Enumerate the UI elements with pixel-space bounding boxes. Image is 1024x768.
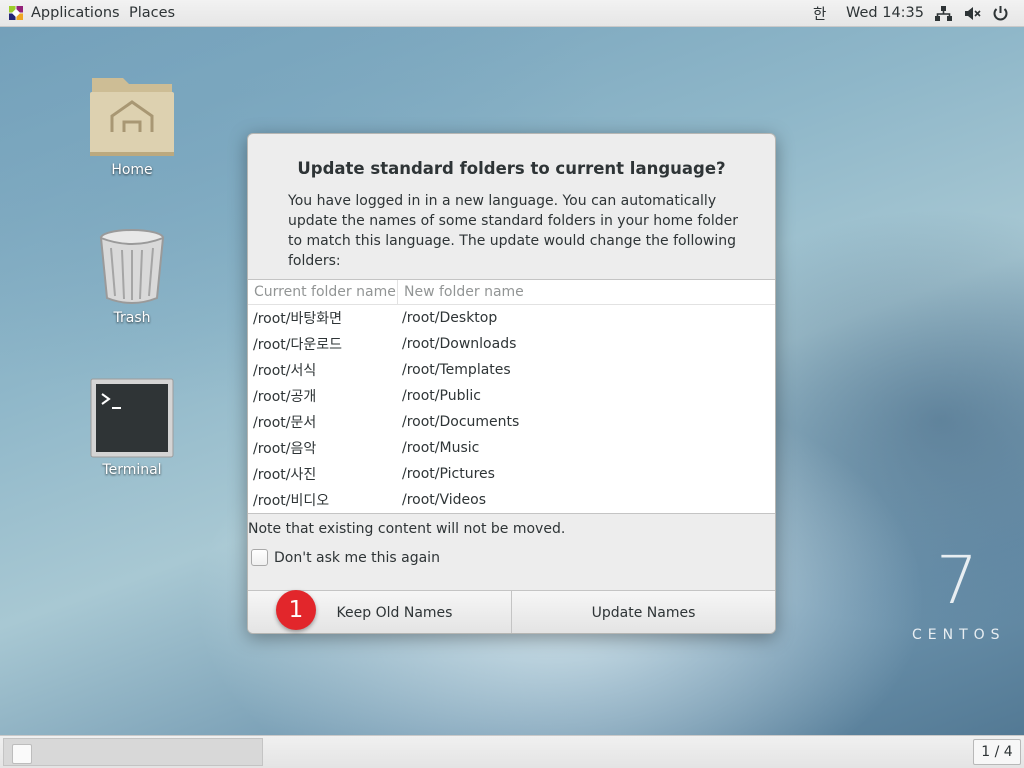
places-label: Places xyxy=(129,5,176,21)
current-folder-cell: /root/다운로드 xyxy=(253,337,343,353)
current-folder-cell: /root/비디오 xyxy=(253,493,330,509)
step-number-badge: 1 xyxy=(276,590,316,630)
volume-muted-icon[interactable] xyxy=(963,4,982,23)
centos-logo-icon xyxy=(9,6,23,20)
checkbox-box[interactable] xyxy=(251,549,268,566)
centos-version-watermark: 7 xyxy=(936,542,978,619)
network-icon[interactable] xyxy=(934,4,953,23)
show-desktop-button[interactable] xyxy=(12,744,32,764)
table-row[interactable]: /root/서식 /root/Templates xyxy=(248,357,775,383)
trash-icon xyxy=(99,229,165,304)
current-folder-cell: /root/사진 xyxy=(253,467,317,483)
dont-ask-label: Don't ask me this again xyxy=(274,549,440,566)
top-panel: Applications Places 한 Wed 14:35 xyxy=(0,0,1024,27)
applications-menu[interactable]: Applications xyxy=(8,0,120,27)
update-names-button[interactable]: Update Names xyxy=(512,591,775,633)
table-row[interactable]: /root/사진 /root/Pictures xyxy=(248,461,775,487)
centos-wordmark: CENTOS xyxy=(912,627,1006,643)
table-row[interactable]: /root/바탕화면 /root/Desktop xyxy=(248,305,775,331)
dont-ask-checkbox[interactable]: Don't ask me this again xyxy=(251,549,440,566)
workspace-indicator[interactable]: 1 / 4 xyxy=(973,739,1021,765)
new-folder-cell: /root/Videos xyxy=(402,492,487,508)
home-folder-icon xyxy=(90,78,174,156)
bottom-panel: 1 / 4 xyxy=(0,735,1024,768)
column-header-new[interactable]: New folder name xyxy=(398,280,775,304)
table-rows: /root/바탕화면 /root/Desktop /root/다운로드 /roo… xyxy=(248,305,775,513)
new-folder-cell: /root/Music xyxy=(402,440,480,456)
desktop-icon-label: Trash xyxy=(113,310,151,326)
column-header-current[interactable]: Current folder name xyxy=(248,280,398,304)
table-header: Current folder name New folder name xyxy=(248,280,775,305)
applications-label: Applications xyxy=(31,5,120,21)
input-language-label: 한 xyxy=(813,6,827,23)
current-folder-cell: /root/바탕화면 xyxy=(253,311,343,327)
desktop-icon-label: Home xyxy=(111,162,153,178)
terminal-icon xyxy=(90,378,174,458)
current-folder-cell: /root/문서 xyxy=(253,415,317,431)
dialog-title: Update standard folders to current langu… xyxy=(297,159,726,178)
input-language-indicator[interactable]: 한 xyxy=(813,0,826,27)
clock[interactable]: Wed 14:35 xyxy=(846,0,924,27)
desktop-icon-home[interactable]: Home xyxy=(77,72,187,178)
dialog-button-row: Keep Old Names Update Names xyxy=(248,590,775,633)
desktop-icon-terminal[interactable]: Terminal xyxy=(77,378,187,478)
desktop-icon-label: Terminal xyxy=(102,462,162,478)
new-folder-cell: /root/Downloads xyxy=(402,336,517,352)
dialog-note: Note that existing content will not be m… xyxy=(248,521,566,537)
window-list xyxy=(3,738,263,766)
desktop-icon-trash[interactable]: Trash xyxy=(77,228,187,326)
new-folder-cell: /root/Desktop xyxy=(402,310,498,326)
clock-label: Wed 14:35 xyxy=(846,5,925,21)
table-row[interactable]: /root/공개 /root/Public xyxy=(248,383,775,409)
new-folder-cell: /root/Documents xyxy=(402,414,520,430)
table-row[interactable]: /root/음악 /root/Music xyxy=(248,435,775,461)
update-names-label: Update Names xyxy=(591,605,696,621)
dialog-description: You have logged in in a new language. Yo… xyxy=(288,193,739,269)
places-menu[interactable]: Places xyxy=(129,0,175,27)
new-folder-cell: /root/Public xyxy=(402,388,481,404)
table-row[interactable]: /root/비디오 /root/Videos xyxy=(248,487,775,513)
power-icon[interactable] xyxy=(991,4,1010,23)
current-folder-cell: /root/서식 xyxy=(253,363,317,379)
current-folder-cell: /root/음악 xyxy=(253,441,317,457)
table-row[interactable]: /root/문서 /root/Documents xyxy=(248,409,775,435)
table-row[interactable]: /root/다운로드 /root/Downloads xyxy=(248,331,775,357)
new-folder-cell: /root/Pictures xyxy=(402,466,495,482)
current-folder-cell: /root/공개 xyxy=(253,389,317,405)
folder-table: Current folder name New folder name /roo… xyxy=(248,279,775,514)
keep-old-names-label: Keep Old Names xyxy=(336,605,453,621)
new-folder-cell: /root/Templates xyxy=(402,362,511,378)
update-folders-dialog: Update standard folders to current langu… xyxy=(247,133,776,634)
